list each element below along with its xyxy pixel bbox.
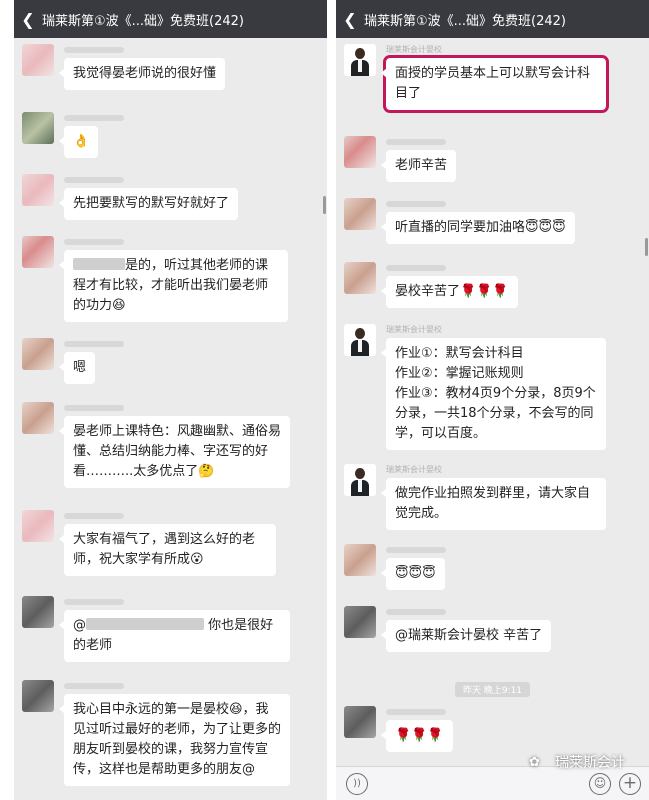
sender-name xyxy=(64,599,124,605)
message-bubble[interactable]: 大家有福气了，遇到这么好的老师，祝大家学有所成😮 xyxy=(59,524,276,576)
voice-icon[interactable]: )) xyxy=(346,773,368,795)
message-bubble[interactable]: 😇😇😇 xyxy=(381,558,445,590)
sender-name xyxy=(64,683,124,689)
message-bubble[interactable]: 晏校辛苦了🌹🌹🌹 xyxy=(381,276,518,308)
chat-title: 瑞莱斯第①波《...础》免费班(242) xyxy=(42,13,245,29)
avatar[interactable] xyxy=(22,510,54,542)
scrollbar[interactable] xyxy=(323,196,326,214)
avatar[interactable] xyxy=(344,464,376,496)
sender-name xyxy=(64,341,124,347)
back-arrow-icon[interactable]: ❮ xyxy=(14,10,42,29)
message-bubble[interactable]: 嗯 xyxy=(58,352,96,384)
redacted-mention xyxy=(86,618,204,630)
sender-name xyxy=(64,405,124,411)
message-bubble[interactable]: 面授的学员基本上可以默写会计科目了 xyxy=(381,55,609,113)
avatar[interactable] xyxy=(22,596,54,628)
timestamp: 昨天 晚上9:11 xyxy=(336,678,649,697)
screenshot: ❮ 瑞莱斯第①波《...础》免费班(242) 我觉得晏老师说的很好懂 👌 先把要… xyxy=(0,0,649,800)
plus-icon[interactable]: + xyxy=(619,773,641,795)
wechat-icon: ✿ xyxy=(529,755,540,770)
avatar[interactable] xyxy=(22,236,54,268)
sender-name xyxy=(386,547,446,553)
avatar[interactable] xyxy=(344,262,376,294)
message-bubble[interactable]: 是的，听过其他老师的课程才有比较，才能听出我们晏老师的功力😆 xyxy=(59,250,288,322)
emoji-icon[interactable]: ☺ xyxy=(589,773,611,795)
avatar[interactable] xyxy=(22,338,54,370)
avatar[interactable] xyxy=(344,544,376,576)
message-bubble[interactable]: 先把要默写的默写好就好了 xyxy=(58,188,239,220)
avatar[interactable] xyxy=(344,706,376,738)
message-bubble[interactable]: 晏老师上课特色：风趣幽默、通俗易懂、总结归纳能力棒、字还写的好看………..太多优… xyxy=(59,416,290,488)
chat-title: 瑞莱斯第①波《...础》免费班(242) xyxy=(364,13,567,29)
sender-name: 瑞莱斯会计晏校 xyxy=(386,465,442,474)
avatar[interactable] xyxy=(22,402,54,434)
sender-name xyxy=(386,139,446,145)
avatar[interactable] xyxy=(22,44,54,76)
chat-header: ❮ 瑞莱斯第①波《...础》免费班(242) xyxy=(14,0,327,38)
sender-name xyxy=(64,115,124,121)
chat-header: ❮ 瑞莱斯第①波《...础》免费班(242) xyxy=(336,0,649,38)
message-bubble[interactable]: 做完作业拍照发到群里，请大家自觉完成。 xyxy=(381,478,606,530)
sender-name xyxy=(64,47,124,53)
message-bubble[interactable]: 作业①：默写会计科目 作业②：掌握记账规则 作业③：教材4页9个分录，8页9个分… xyxy=(381,338,606,450)
avatar[interactable] xyxy=(344,136,376,168)
message-bubble[interactable]: 我心目中永远的第一是晏校😆，我见过听过最好的老师，为了让更多的朋友听到晏校的课，… xyxy=(59,694,290,786)
avatar[interactable] xyxy=(344,198,376,230)
sender-name xyxy=(386,609,446,615)
message-bubble[interactable]: @瑞莱斯会计晏校 辛苦了 xyxy=(380,620,552,652)
redacted-mention xyxy=(73,258,125,270)
back-arrow-icon[interactable]: ❮ xyxy=(336,10,364,29)
message-bubble[interactable]: 🌹🌹🌹 xyxy=(381,720,453,752)
sender-name xyxy=(64,239,124,245)
avatar[interactable] xyxy=(22,680,54,712)
avatar[interactable] xyxy=(22,174,54,206)
message-bubble[interactable]: 听直播的同学要加油咯😇😇😇 xyxy=(381,212,575,244)
sender-name xyxy=(386,201,446,207)
sender-name: 瑞莱斯会计晏校 xyxy=(386,325,442,334)
sender-name: 瑞莱斯会计晏校 xyxy=(386,45,442,54)
avatar[interactable] xyxy=(344,44,376,76)
watermark: ✿ 瑞莱斯会计 xyxy=(529,755,625,771)
left-chat-screen: ❮ 瑞莱斯第①波《...础》免费班(242) 我觉得晏老师说的很好懂 👌 先把要… xyxy=(14,0,327,800)
sender-name xyxy=(386,265,446,271)
sender-name xyxy=(64,177,124,183)
avatar[interactable] xyxy=(22,112,54,144)
message-bubble[interactable]: @ 你也是很好的老师 xyxy=(59,610,290,662)
right-chat-screen: ❮ 瑞莱斯第①波《...础》免费班(242) 瑞莱斯会计晏校 面授的学员基本上可… xyxy=(336,0,649,800)
sender-name xyxy=(64,513,124,519)
scrollbar[interactable] xyxy=(645,238,648,256)
message-bubble[interactable]: 老师辛苦 xyxy=(380,150,457,182)
avatar[interactable] xyxy=(344,606,376,638)
avatar[interactable] xyxy=(344,324,376,356)
message-bubble[interactable]: 我觉得晏老师说的很好懂 xyxy=(58,58,226,90)
message-bubble[interactable]: 👌 xyxy=(58,126,99,158)
sender-name xyxy=(386,709,446,715)
